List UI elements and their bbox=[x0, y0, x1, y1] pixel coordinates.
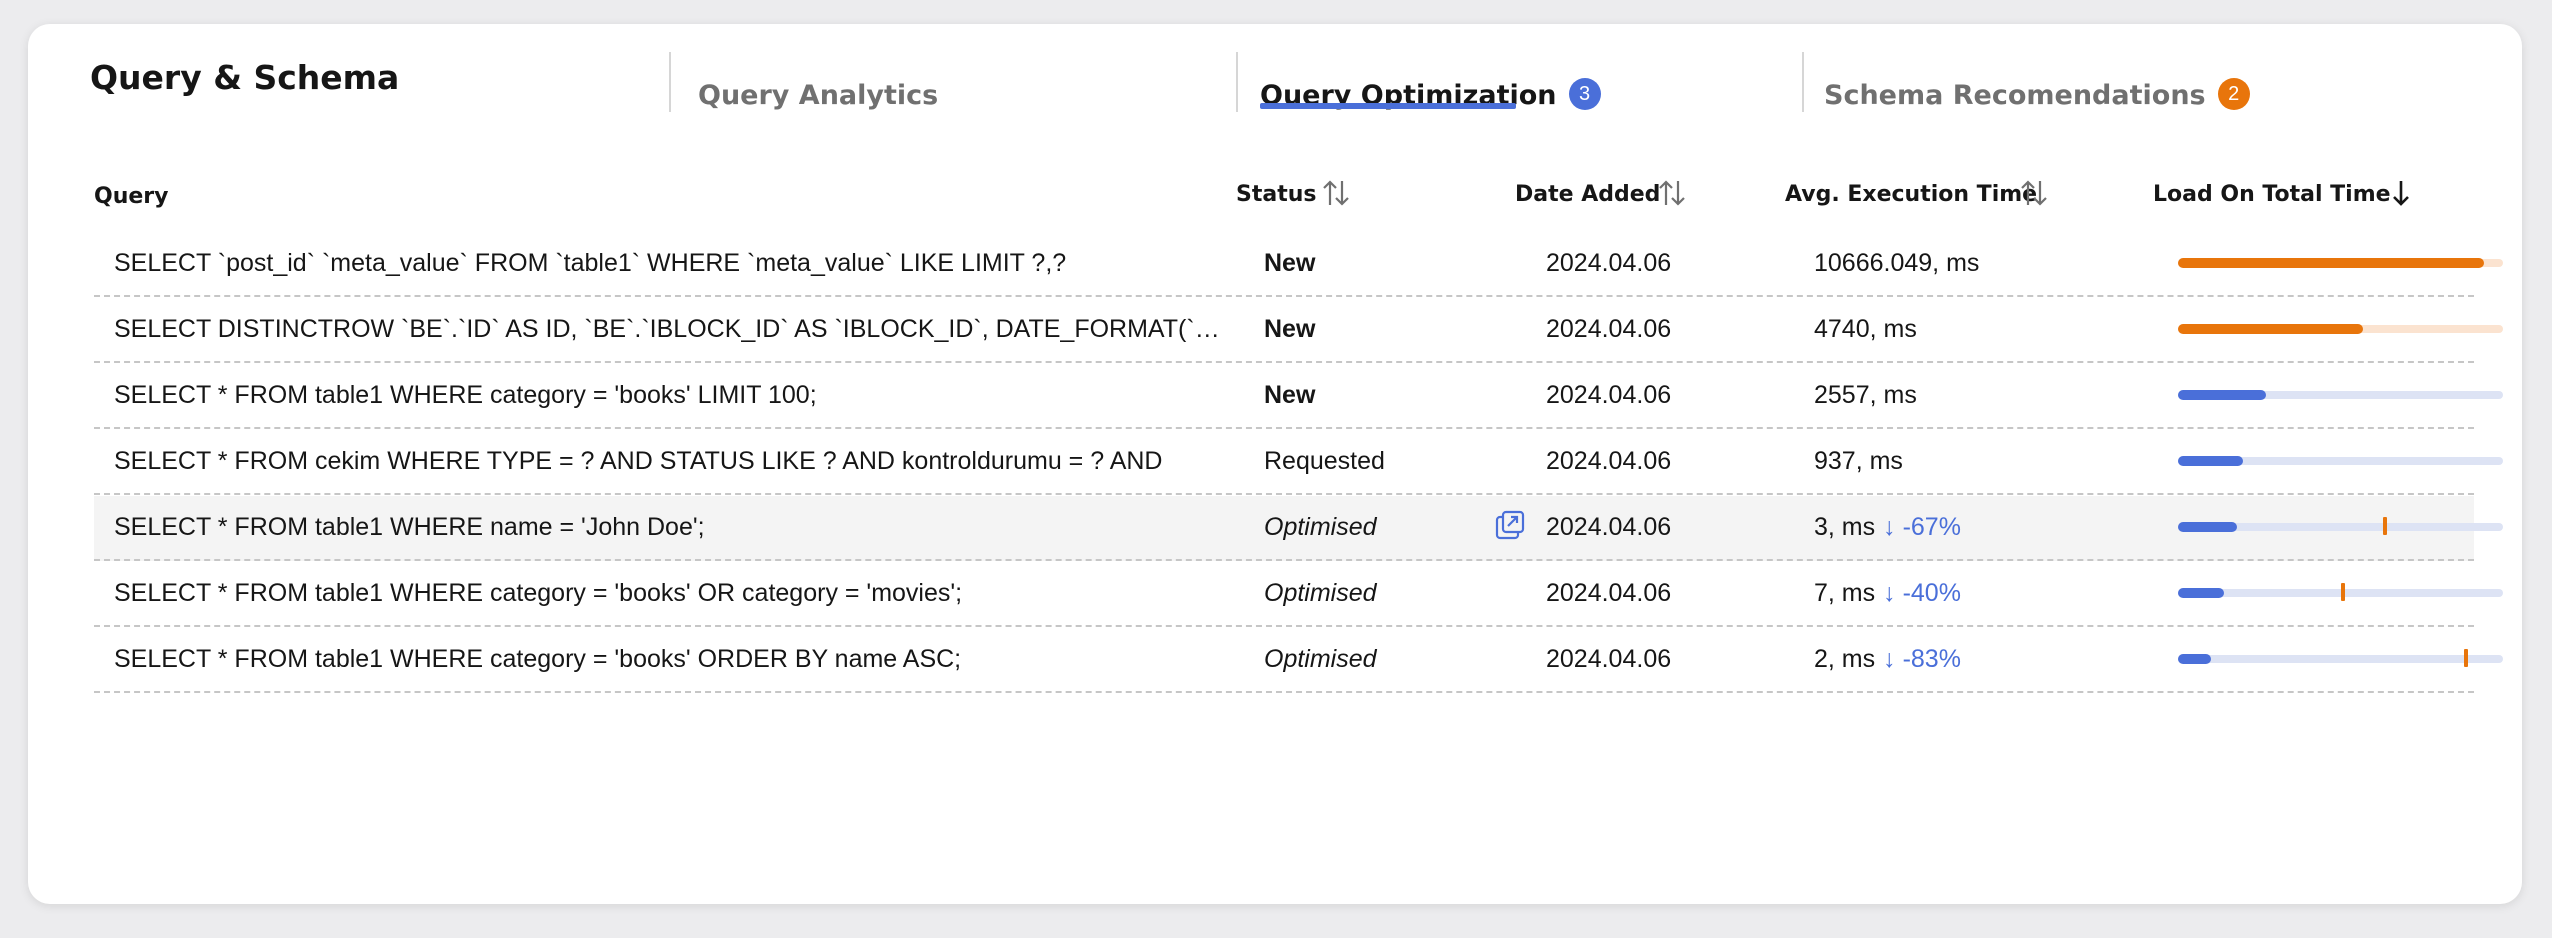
date-added: 2024.04.06 bbox=[1546, 645, 1672, 673]
query-schema-card: Query & Schema Query Analytics Query Opt… bbox=[28, 24, 2522, 904]
count-badge: 3 bbox=[1568, 78, 1601, 110]
avg-execution-time: 3, ms ↓ -67% bbox=[1814, 496, 1961, 559]
load-bar-fill bbox=[2178, 654, 2211, 664]
time-value: 7, ms bbox=[1814, 579, 1876, 607]
date-added: 2024.04.06 bbox=[1546, 381, 1672, 409]
page-title: Query & Schema bbox=[90, 58, 400, 97]
sort-both-icon[interactable] bbox=[1322, 177, 1350, 209]
tab-query-optimization[interactable]: Query Optimization 3 bbox=[1260, 56, 1601, 136]
status-text: Optimised bbox=[1264, 645, 1377, 673]
load-bar-fill bbox=[2178, 522, 2237, 532]
load-bar-marker bbox=[2340, 583, 2345, 601]
table-row[interactable]: SELECT `post_id` `meta_value` FROM `tabl… bbox=[94, 232, 2503, 297]
query-text: SELECT * FROM table1 WHERE category = 'b… bbox=[114, 579, 963, 607]
column-header-load[interactable]: Load On Total Time bbox=[2153, 182, 2391, 207]
load-bar bbox=[2178, 517, 2503, 535]
table-row[interactable]: SELECT DISTINCTROW `BE`.`ID` AS ID, `BE`… bbox=[94, 298, 2503, 363]
load-bar-fill bbox=[2178, 456, 2243, 466]
date-added: 2024.04.06 bbox=[1546, 447, 1672, 475]
avg-execution-time: 4740, ms bbox=[1814, 298, 1917, 361]
load-bar bbox=[2178, 649, 2503, 667]
load-bar-marker bbox=[2382, 517, 2387, 535]
sort-both-icon[interactable] bbox=[1658, 177, 1686, 209]
status-text: New bbox=[1264, 249, 1316, 277]
load-bar-fill bbox=[2178, 390, 2266, 400]
time-value: 937, ms bbox=[1814, 447, 1903, 475]
time-value: 2, ms bbox=[1814, 645, 1876, 673]
status-text: Optimised bbox=[1264, 579, 1377, 607]
table-row[interactable]: SELECT * FROM table1 WHERE category = 'b… bbox=[94, 562, 2503, 627]
avg-execution-time: 10666.049, ms bbox=[1814, 232, 1979, 295]
status-text: Optimised bbox=[1264, 513, 1377, 541]
sort-both-icon[interactable] bbox=[2020, 177, 2048, 209]
query-text: SELECT `post_id` `meta_value` FROM `tabl… bbox=[114, 249, 1067, 277]
tab-divider bbox=[669, 52, 671, 112]
load-bar bbox=[2178, 390, 2503, 400]
load-bar bbox=[2178, 258, 2503, 268]
count-badge: 2 bbox=[2217, 78, 2250, 110]
avg-execution-time: 937, ms bbox=[1814, 430, 1903, 493]
tab-schema-recommendations[interactable]: Schema Recomendations 2 bbox=[1824, 56, 2250, 136]
load-bar-fill bbox=[2178, 258, 2484, 268]
column-header-avg-time[interactable]: Avg. Execution Time bbox=[1785, 182, 2037, 207]
query-text: SELECT * FROM cekim WHERE TYPE = ? AND S… bbox=[114, 447, 1163, 475]
open-external-icon[interactable] bbox=[1495, 510, 1525, 540]
load-bar bbox=[2178, 324, 2503, 334]
query-text: SELECT * FROM table1 WHERE category = 'b… bbox=[114, 381, 817, 409]
time-delta: ↓ -83% bbox=[1883, 645, 1961, 673]
active-tab-indicator bbox=[1260, 103, 1516, 109]
date-added: 2024.04.06 bbox=[1546, 513, 1672, 541]
status-text: New bbox=[1264, 381, 1316, 409]
query-text: SELECT * FROM table1 WHERE category = 'b… bbox=[114, 645, 962, 673]
status-text: Requested bbox=[1264, 447, 1385, 475]
column-header-status[interactable]: Status bbox=[1236, 182, 1316, 207]
query-text: SELECT * FROM table1 WHERE name = 'John … bbox=[114, 513, 705, 541]
tab-divider bbox=[1802, 52, 1804, 112]
time-delta: ↓ -67% bbox=[1883, 513, 1961, 541]
load-bar bbox=[2178, 583, 2503, 601]
time-value: 2557, ms bbox=[1814, 381, 1917, 409]
tab-query-analytics[interactable]: Query Analytics bbox=[698, 56, 938, 136]
column-header-date[interactable]: Date Added bbox=[1515, 182, 1660, 207]
load-bar-fill bbox=[2178, 324, 2364, 334]
time-value: 3, ms bbox=[1814, 513, 1876, 541]
column-header-query[interactable]: Query bbox=[94, 184, 168, 209]
status-text: New bbox=[1264, 315, 1316, 343]
time-value: 10666.049, ms bbox=[1814, 249, 1980, 277]
date-added: 2024.04.06 bbox=[1546, 315, 1672, 343]
tab-label: Schema Recomendations bbox=[1824, 80, 2206, 111]
load-bar-marker bbox=[2464, 649, 2468, 667]
tab-label: Query Analytics bbox=[698, 80, 939, 111]
table-row[interactable]: SELECT * FROM table1 WHERE name = 'John … bbox=[94, 496, 2503, 561]
table-row[interactable]: SELECT * FROM cekim WHERE TYPE = ? AND S… bbox=[94, 430, 2503, 495]
time-value: 4740, ms bbox=[1814, 315, 1917, 343]
date-added: 2024.04.06 bbox=[1546, 579, 1672, 607]
avg-execution-time: 2557, ms bbox=[1814, 364, 1917, 427]
table-row[interactable]: SELECT * FROM table1 WHERE category = 'b… bbox=[94, 364, 2503, 429]
avg-execution-time: 7, ms ↓ -40% bbox=[1814, 562, 1961, 625]
load-bar bbox=[2178, 456, 2503, 466]
load-bar-fill bbox=[2178, 588, 2224, 598]
sort-descending-icon[interactable] bbox=[2390, 177, 2412, 209]
tab-divider bbox=[1236, 52, 1238, 112]
time-delta: ↓ -40% bbox=[1883, 579, 1961, 607]
query-text: SELECT DISTINCTROW `BE`.`ID` AS ID, `BE`… bbox=[114, 315, 1234, 343]
avg-execution-time: 2, ms ↓ -83% bbox=[1814, 628, 1961, 691]
date-added: 2024.04.06 bbox=[1546, 249, 1672, 277]
table-row[interactable]: SELECT * FROM table1 WHERE category = 'b… bbox=[94, 628, 2503, 693]
